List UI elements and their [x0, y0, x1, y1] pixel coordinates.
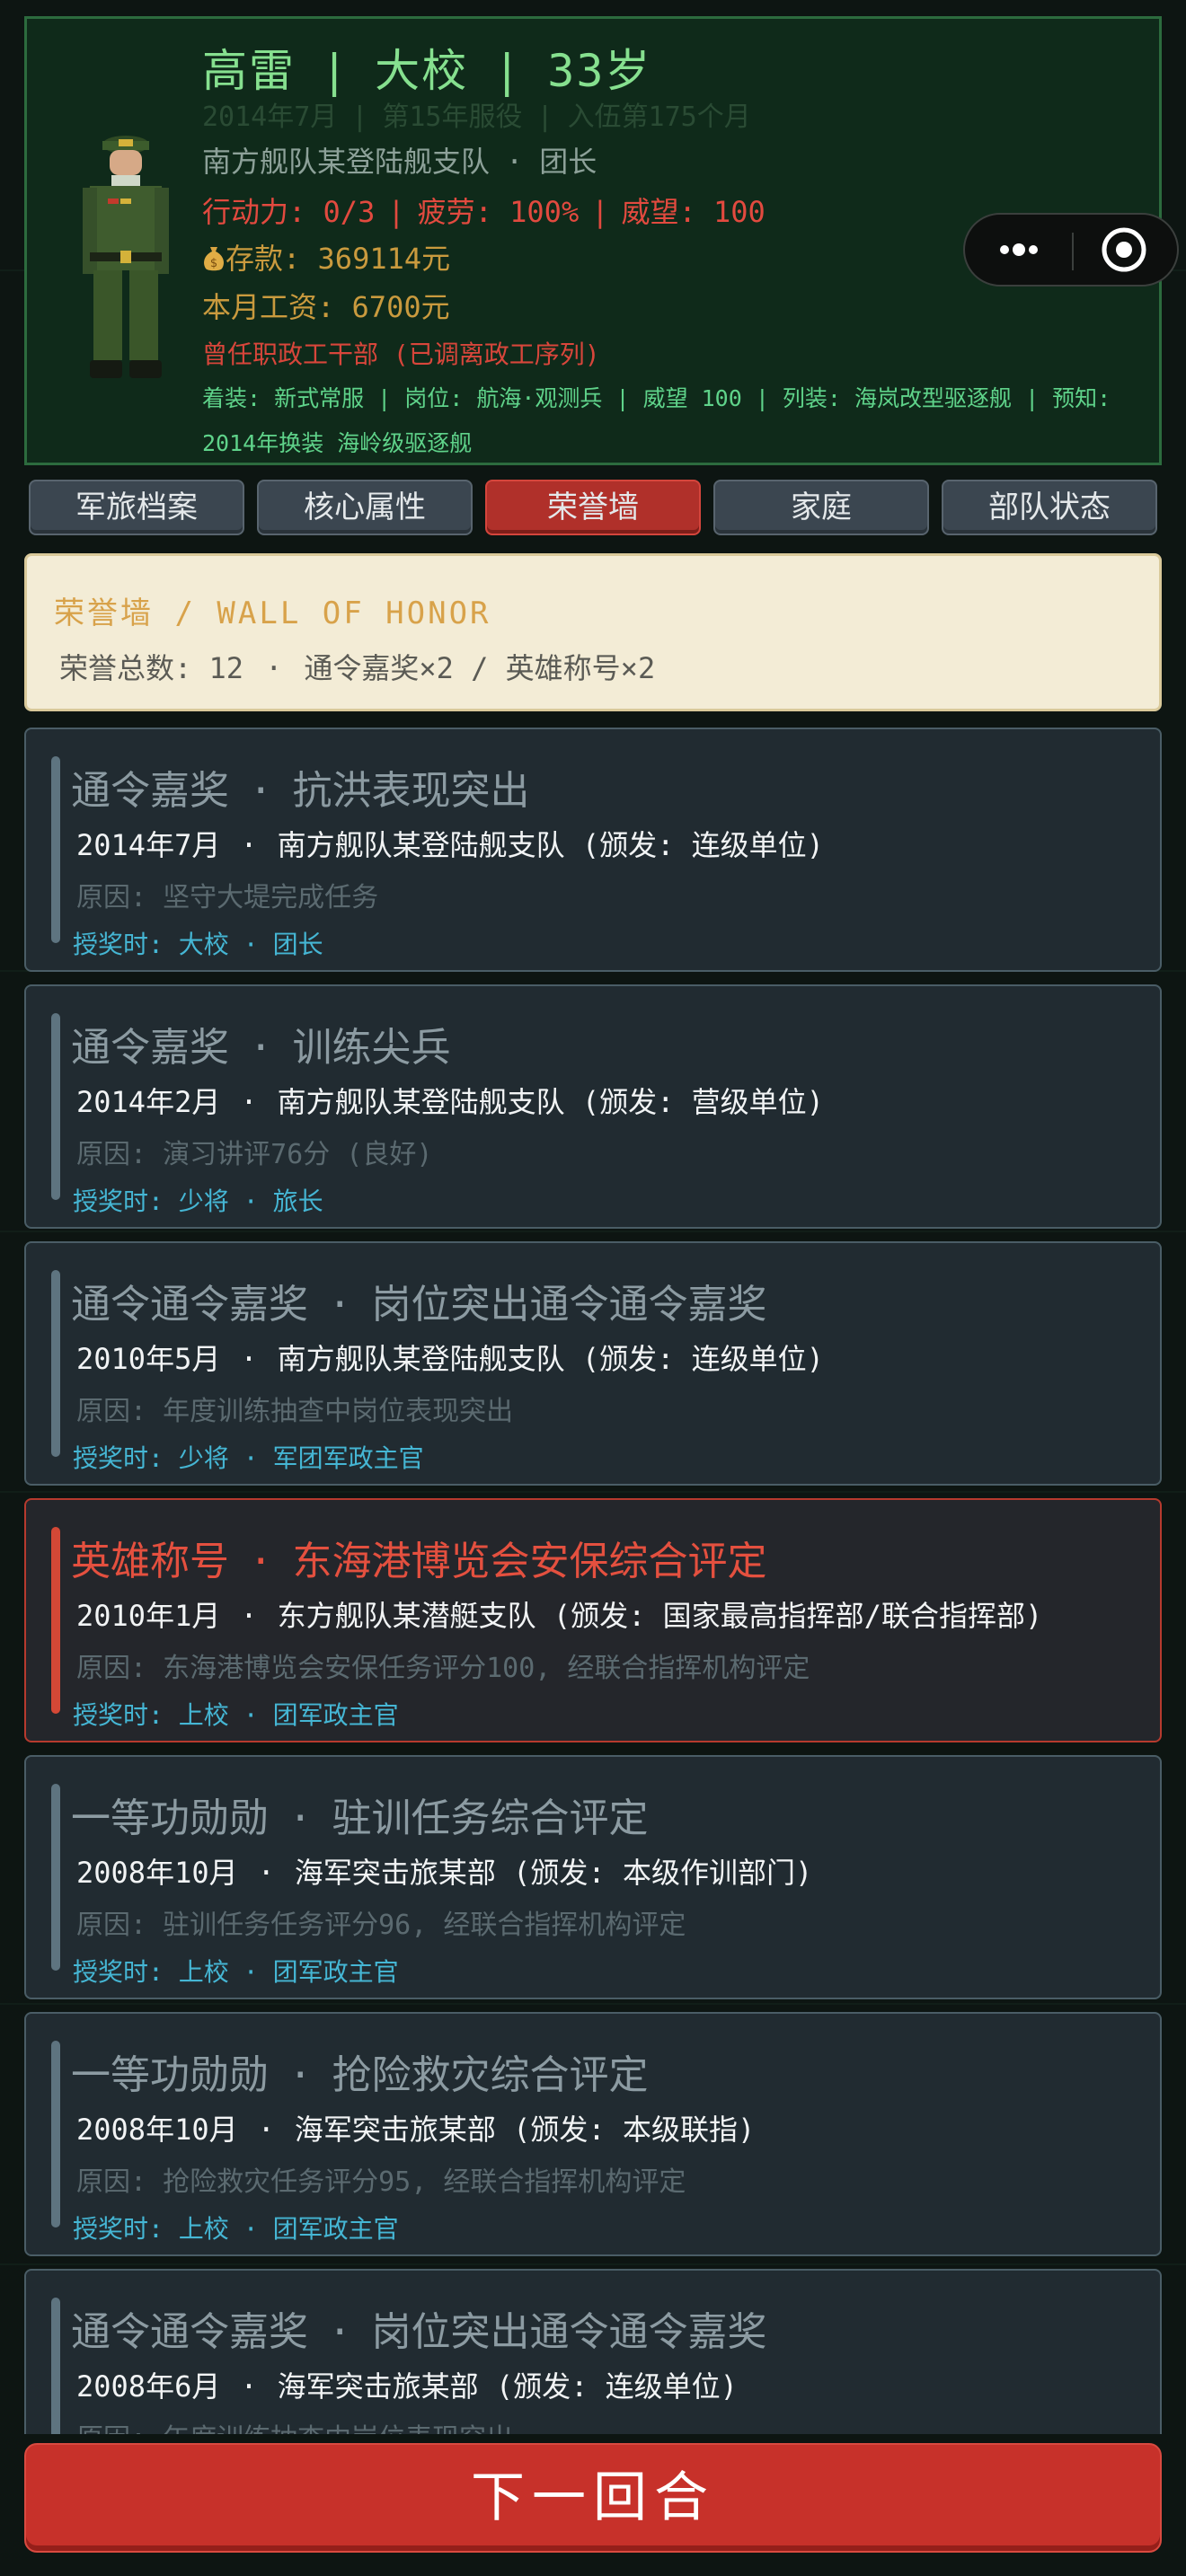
player-rank: 大校 [375, 45, 469, 97]
target-circle-icon [1102, 227, 1146, 272]
award-accent-bar [51, 1270, 60, 1457]
award-card[interactable]: 一等功勋勋 · 驻训任务综合评定 2008年10月 · 海军突击旅某部 (颁发: 本级作… [24, 1755, 1162, 1999]
award-reason: 原因: 东海港博览会安保任务评分100, 经联合指挥机构评定 [76, 1653, 810, 1684]
award-time: 授奖时: 少将 · 军团军政主官 [73, 1443, 424, 1473]
award-time: 授奖时: 上校 · 团军政主官 [73, 1700, 399, 1730]
award-accent-bar [51, 1784, 60, 1971]
more-button[interactable] [965, 215, 1071, 285]
award-list: 通令嘉奖 · 抗洪表现突出 2014年7月 · 南方舰队某登陆舰支队 (颁发: 连级单位… [24, 728, 1162, 2434]
award-accent-bar [51, 1013, 60, 1200]
tab-family[interactable]: 家庭 [713, 480, 929, 535]
equipment-detail: 着装: 新式常服 | 岗位: 航海·观测兵 | 威望 100 | 列装: 海岚改… [202, 385, 1111, 456]
service-info: 2014年7月 | 第15年服役 | 入伍第175个月 [202, 101, 751, 133]
award-accent-bar [51, 2298, 60, 2434]
award-reason: 原因: 演习讲评76分 (良好) [76, 1139, 433, 1170]
player-name: 高雷 [202, 45, 296, 97]
award-time: 授奖时: 上校 · 团军政主官 [73, 1957, 399, 1987]
former-post: 曾任职政工干部 (已调离政工序列) [202, 340, 600, 369]
tab-honor-wall[interactable]: 荣誉墙 [485, 480, 701, 535]
action-power: 行动力: 0/3 [202, 195, 376, 229]
service-years: 第15年服役 [382, 101, 523, 133]
award-time: 授奖时: 上校 · 团军政主官 [73, 2214, 399, 2244]
fatigue: 疲劳: 100% [417, 195, 580, 229]
name-rank-age: 高雷 | 大校 | 33岁 [202, 45, 652, 97]
savings-value: 存款: 369114元 [226, 242, 451, 276]
enlist-months: 入伍第175个月 [567, 101, 751, 133]
award-reason: 原因: 抢险救灾任务评分95, 经联合指挥机构评定 [76, 2166, 686, 2198]
money-bag-icon: $ [204, 247, 224, 271]
award-title: 英雄称号 · 东海港博览会安保综合评定 [71, 1539, 767, 1584]
award-reason: 原因: 年度训练抽查中岗位表现突出 [76, 1396, 514, 1427]
service-date: 2014年7月 [202, 101, 338, 133]
more-dots-icon [1000, 243, 1038, 256]
monthly-salary: 本月工资: 6700元 [202, 290, 450, 324]
player-age: 33岁 [547, 45, 652, 97]
award-title: 通令通令嘉奖 · 岗位突出通令通令嘉奖 [71, 1282, 767, 1328]
honor-count: 荣誉总数: 12 · 通令嘉奖×2 / 英雄称号×2 [59, 651, 656, 685]
profile-header: 高雷 | 大校 | 33岁 2014年7月 | 第15年服役 | 入伍第175个月 南方舰队某登… [24, 16, 1179, 465]
svg-text:$: $ [210, 257, 217, 270]
savings: $ 存款: 369114元 [202, 236, 450, 278]
award-meta: 2008年10月 · 海军突击旅某部 (颁发: 本级联指) [76, 2113, 756, 2147]
award-meta: 2014年7月 · 南方舰队某登陆舰支队 (颁发: 连级单位) [76, 828, 824, 862]
position-name: 团长 [539, 145, 597, 179]
award-title: 一等功勋勋 · 抢险救灾综合评定 [71, 2052, 649, 2098]
next-round-button[interactable]: 下一回合 [24, 2443, 1162, 2553]
award-accent-bar [51, 2041, 60, 2228]
honor-total: 荣誉总数: 12 [59, 651, 244, 685]
award-card[interactable]: 通令通令嘉奖 · 岗位突出通令通令嘉奖 2010年5月 · 南方舰队某登陆舰支队 (颁发… [24, 1241, 1162, 1486]
award-meta: 2014年2月 · 南方舰队某登陆舰支队 (颁发: 营级单位) [76, 1085, 824, 1119]
award-card[interactable]: 一等功勋勋 · 抢险救灾综合评定 2008年10月 · 海军突击旅某部 (颁发: 本级联… [24, 2012, 1162, 2256]
tab-unit-status[interactable]: 部队状态 [942, 480, 1157, 535]
honor-breakdown: 通令嘉奖×2 / 英雄称号×2 [304, 651, 656, 685]
honor-summary: 荣誉墙 / WALL OF HONOR 荣誉总数: 12 · 通令嘉奖×2 / 英雄… [24, 553, 1162, 711]
award-accent-bar [51, 1527, 60, 1714]
unit-position: 南方舰队某登陆舰支队 · 团长 [202, 145, 597, 179]
award-card[interactable]: 通令通令嘉奖 · 岗位突出通令通令嘉奖 2008年6月 · 海军突击旅某部 (颁发: 连… [24, 2269, 1162, 2434]
award-time: 授奖时: 少将 · 旅长 [73, 1187, 323, 1216]
mini-program-capsule [963, 213, 1179, 287]
award-meta: 2010年5月 · 南方舰队某登陆舰支队 (颁发: 连级单位) [76, 1342, 824, 1376]
award-card[interactable]: 通令嘉奖 · 抗洪表现突出 2014年7月 · 南方舰队某登陆舰支队 (颁发: 连级单位… [24, 728, 1162, 972]
award-card[interactable]: 通令嘉奖 · 训练尖兵 2014年2月 · 南方舰队某登陆舰支队 (颁发: 营级单位) … [24, 984, 1162, 1229]
award-meta: 2008年6月 · 海军突击旅某部 (颁发: 连级单位) [76, 2369, 738, 2404]
soldier-avatar [83, 136, 169, 378]
prestige: 威望: 100 [621, 195, 766, 229]
award-reason: 原因: 驻训任务任务评分96, 经联合指挥机构评定 [76, 1910, 686, 1941]
award-meta: 2008年10月 · 海军突击旅某部 (颁发: 本级作训部门) [76, 1856, 813, 1890]
award-accent-bar [51, 756, 60, 943]
award-reason: 原因: 年度训练抽查中岗位表现突出 [76, 2416, 513, 2434]
award-reason: 原因: 坚守大堤完成任务 [76, 882, 379, 913]
close-target-button[interactable] [1074, 215, 1177, 285]
status-stats: 行动力: 0/3 | 疲劳: 100% | 威望: 100 [202, 195, 766, 229]
tab-core-attributes[interactable]: 核心属性 [257, 480, 473, 535]
unit-name: 南方舰队某登陆舰支队 [202, 145, 491, 179]
award-title: 通令嘉奖 · 抗洪表现突出 [71, 768, 530, 814]
award-card-hero[interactable]: 英雄称号 · 东海港博览会安保综合评定 2010年1月 · 东方舰队某潜艇支队 (颁发:… [24, 1498, 1162, 1742]
award-title: 通令嘉奖 · 训练尖兵 [71, 1025, 451, 1071]
tab-military-archive[interactable]: 军旅档案 [29, 480, 244, 535]
honor-wall-title: 荣誉墙 / WALL OF HONOR [54, 595, 491, 631]
award-time: 授奖时: 大校 · 团长 [73, 930, 323, 959]
award-title: 一等功勋勋 · 驻训任务综合评定 [71, 1795, 649, 1841]
award-title: 通令通令嘉奖 · 岗位突出通令通令嘉奖 [71, 2309, 767, 2355]
award-meta: 2010年1月 · 东方舰队某潜艇支队 (颁发: 国家最高指挥部/联合指挥部) [76, 1599, 1043, 1633]
tab-bar: 军旅档案 核心属性 荣誉墙 家庭 部队状态 [29, 480, 1157, 535]
